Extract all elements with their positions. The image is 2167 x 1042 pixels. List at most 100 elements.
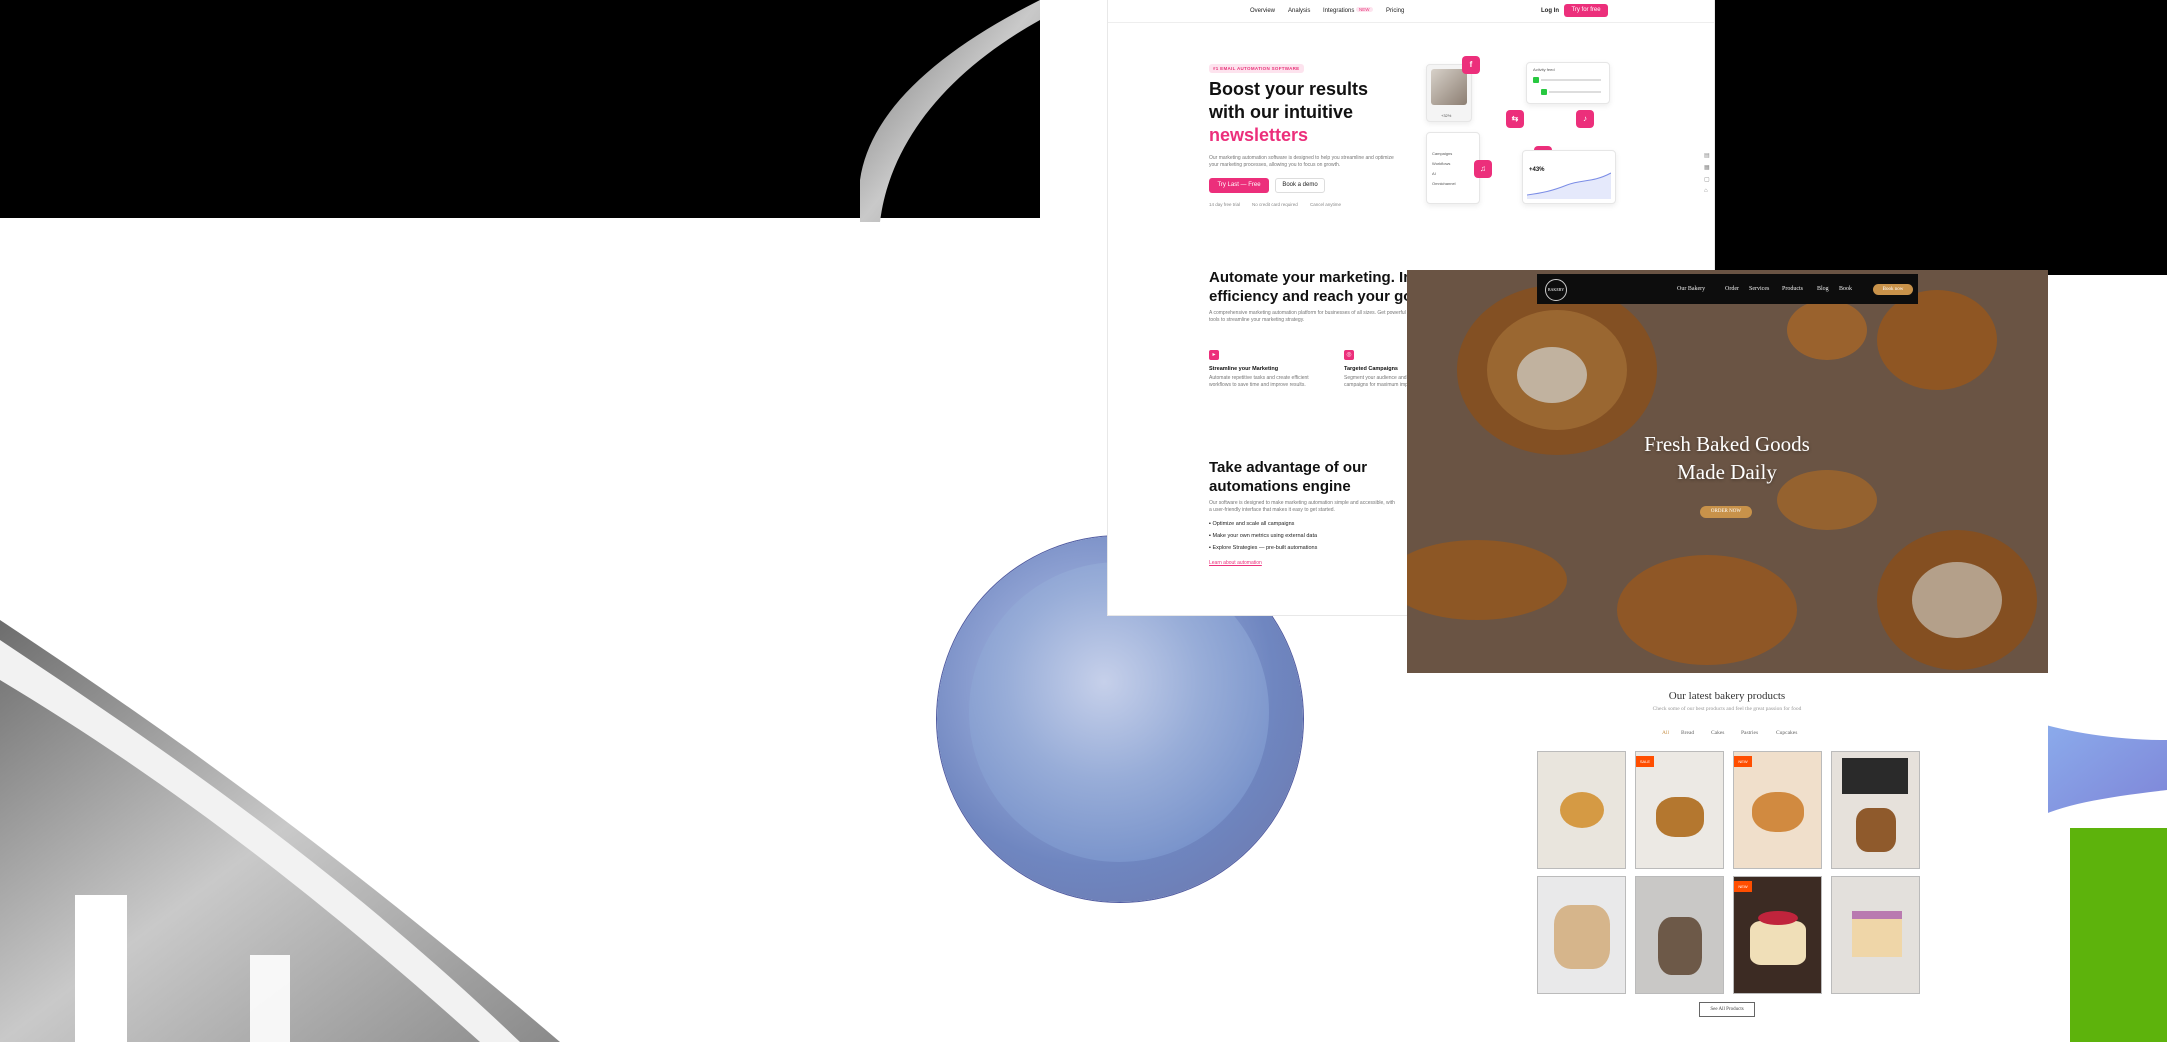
feature-text: Automate repetitive tasks and create eff… — [1209, 375, 1309, 388]
product-card-cheesecake[interactable]: NEW — [1733, 876, 1822, 994]
mockup-photo — [1431, 69, 1467, 105]
try-free-button[interactable]: Try for free — [1564, 4, 1608, 17]
nav-item-integrations[interactable]: Integrations — [1323, 8, 1354, 14]
bakery-nav-item[interactable]: Services — [1749, 286, 1769, 292]
hero-check-2: No credit card required — [1252, 202, 1298, 207]
bakery-nav-item[interactable]: Our Bakery — [1677, 286, 1705, 292]
mockup-menu-item: Campaigns — [1432, 151, 1453, 156]
mockup-line — [1541, 79, 1601, 81]
arrow-icon: ▸ — [1209, 350, 1219, 360]
book-demo-button[interactable]: Book a demo — [1275, 178, 1325, 193]
product-card-cookies[interactable] — [1831, 751, 1920, 869]
filter-pastries[interactable]: Pastries — [1741, 730, 1758, 736]
filter-bread[interactable]: Bread — [1681, 730, 1694, 736]
nav-item-pricing[interactable]: Pricing — [1386, 8, 1404, 14]
see-all-products-button[interactable]: See All Products — [1699, 1002, 1755, 1017]
section3-description: Our software is designed to make marketi… — [1209, 500, 1395, 513]
section3-list-item: ▪ Explore Strategies — pre-built automat… — [1209, 545, 1318, 551]
hero-primary-button[interactable]: Try Last — Free — [1209, 178, 1269, 193]
products-title: Our latest bakery products — [1668, 690, 1786, 702]
share-icon: ⇆ — [1506, 110, 1524, 128]
product-tag: SALE — [1636, 756, 1654, 767]
cheesecake-image — [1750, 921, 1806, 965]
hero-title: Boost your results with our intuitive ne… — [1209, 78, 1419, 147]
feature-title: Streamline your Marketing — [1209, 366, 1279, 372]
bread-image — [1560, 792, 1604, 828]
product-card-cake-slice[interactable] — [1831, 876, 1920, 994]
target-icon: ◎ — [1344, 350, 1354, 360]
product-card-biscuits[interactable] — [1537, 876, 1626, 994]
side-toolbar-icon[interactable]: ▦ — [1704, 164, 1710, 171]
filter-cakes[interactable]: Cakes — [1711, 730, 1724, 736]
integrations-new-badge: NEW — [1356, 7, 1373, 12]
mockup-chart-card: +43% — [1522, 150, 1616, 204]
bakery-nav-item[interactable]: Order — [1725, 286, 1739, 292]
bakery-headline-line1: Fresh Baked Goods — [1644, 432, 1810, 456]
bell-icon: ♫ — [1474, 160, 1492, 178]
login-link[interactable]: Log In — [1541, 8, 1559, 14]
section3-list-text: Explore Strategies — pre-built automatio… — [1212, 545, 1318, 551]
hero-title-line1: Boost your results — [1209, 79, 1369, 99]
bakery-headline-line2: Made Daily — [1677, 460, 1777, 484]
order-now-button[interactable]: ORDER NOW — [1700, 506, 1752, 518]
mockup-line — [1549, 91, 1601, 93]
bakery-nav-item[interactable]: Book — [1839, 286, 1852, 292]
product-card-croissants[interactable]: NEW — [1733, 751, 1822, 869]
check-icon — [1541, 89, 1547, 95]
marketing-navbar: Overview Analysis Integrations NEW Prici… — [1108, 0, 1714, 23]
section3-list-text: Make your own metrics using external dat… — [1212, 533, 1318, 539]
learn-automation-link[interactable]: Learn about automation — [1209, 560, 1262, 566]
section3-list-item: ▪ Optimize and scale all campaigns — [1209, 521, 1295, 527]
product-card-muffins[interactable]: SALE — [1635, 751, 1724, 869]
cake-icing — [1852, 911, 1902, 919]
cookie-image — [1856, 808, 1896, 852]
tiktok-icon: ♪ — [1576, 110, 1594, 128]
side-toolbar-icon[interactable]: ▤ — [1704, 152, 1710, 159]
hero-description: Our marketing automation software is des… — [1209, 155, 1394, 168]
mockup-menu-item: Omnichannel — [1432, 181, 1456, 186]
hero-check-1: 14 day free trial — [1209, 202, 1241, 207]
products-subtitle: Check some of our best products and feel… — [1652, 706, 1802, 712]
bakery-logo[interactable]: BAKERY — [1545, 279, 1567, 301]
mockup-menu-card: Campaigns Workflows AI Omnichannel — [1426, 132, 1480, 204]
biscuit-image — [1554, 905, 1610, 969]
hero-eyebrow: #1 EMAIL AUTOMATION SOFTWARE — [1209, 64, 1304, 73]
mockup-photo-percent: +32% — [1441, 113, 1452, 118]
hero-title-line2: with our intuitive — [1209, 102, 1353, 122]
section3-list-item: ▪ Make your own metrics using external d… — [1209, 533, 1318, 539]
mockup-activity-card: Activity feed — [1526, 62, 1610, 104]
nav-item-overview[interactable]: Overview — [1250, 8, 1275, 14]
feature-title: Targeted Campaigns — [1344, 366, 1398, 372]
product-card-rye-bread[interactable] — [1635, 876, 1724, 994]
filter-cupcakes[interactable]: Cupcakes — [1776, 730, 1797, 736]
side-toolbar-icon[interactable]: ⌂ — [1704, 188, 1708, 194]
section3-list-text: Optimize and scale all campaigns — [1212, 521, 1295, 527]
product-tag: NEW — [1734, 756, 1752, 767]
mockup-activity-title: Activity feed — [1533, 67, 1555, 72]
check-icon — [1533, 77, 1539, 83]
section2-description: A comprehensive marketing automation pla… — [1209, 310, 1406, 323]
section3-title: Take advantage of our automations engine — [1209, 458, 1409, 496]
cake-slice-image — [1852, 917, 1902, 957]
hero-title-highlight: newsletters — [1209, 125, 1309, 145]
nav-item-analysis[interactable]: Analysis — [1288, 8, 1310, 14]
mockup-menu-item: AI — [1432, 171, 1436, 176]
bakery-nav-item[interactable]: Blog — [1817, 286, 1829, 292]
mockup-area-chart — [1527, 172, 1611, 199]
bakery-hero: BAKERY Our Bakery Order Services Product… — [1407, 270, 2048, 673]
rye-bread-image — [1658, 917, 1702, 975]
bakery-book-button[interactable]: Book now — [1873, 284, 1913, 295]
mockup-menu-item: Workflows — [1432, 161, 1451, 166]
facebook-icon: f — [1462, 56, 1480, 74]
bakery-hero-headline: Fresh Baked Goods Made Daily — [1577, 430, 1877, 486]
side-toolbar-icon[interactable]: ▢ — [1704, 176, 1710, 183]
berries-image — [1758, 911, 1798, 925]
section3-title-line2: automations engine — [1209, 478, 1351, 495]
filter-all[interactable]: All — [1662, 730, 1669, 736]
product-card-bread[interactable] — [1537, 751, 1626, 869]
hero-check-3: Cancel anytime — [1310, 202, 1342, 207]
product-tag: NEW — [1734, 881, 1752, 892]
bakery-navbar: BAKERY Our Bakery Order Services Product… — [1537, 274, 1918, 304]
bakery-nav-item[interactable]: Products — [1782, 286, 1803, 292]
croissant-image — [1752, 792, 1804, 832]
